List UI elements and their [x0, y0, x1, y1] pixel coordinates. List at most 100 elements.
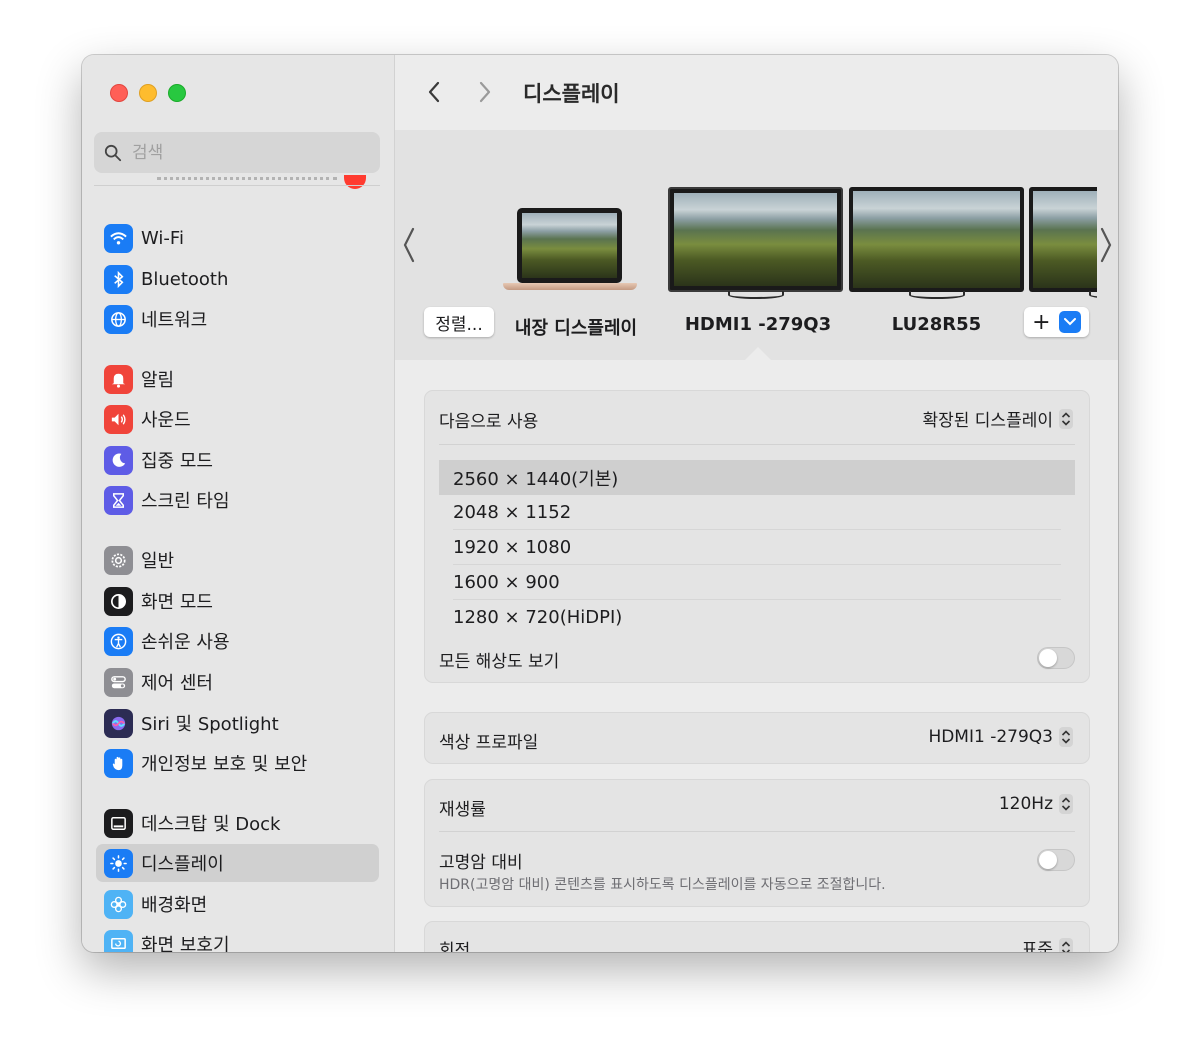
bell-icon [104, 364, 133, 394]
minimize-button[interactable] [139, 84, 157, 102]
siri-icon [104, 708, 133, 738]
refresh-rate-label: 재생률 [439, 800, 486, 820]
sidebar-item[interactable]: 화면 보호기 [96, 925, 379, 952]
sidebar-item[interactable]: Bluetooth [96, 260, 379, 298]
sidebar-item-label: 개인정보 보호 및 보안 [141, 754, 308, 775]
resolution-option[interactable]: 1280 × 720(HiDPI) [439, 600, 1075, 635]
sidebar: Wi-Fi Bluetooth 네트워크알림사운드집중 모드스크린 타임일반화면 모… [82, 55, 395, 952]
sidebar-item[interactable]: Siri 및 Spotlight [96, 704, 379, 742]
resolution-option[interactable]: 1600 × 900 [439, 565, 1075, 600]
wifi-icon [104, 223, 133, 253]
show-all-resolutions-toggle[interactable] [1037, 647, 1075, 669]
resolution-option[interactable]: 2048 × 1152 [439, 495, 1075, 530]
divider [439, 444, 1075, 445]
hdr-toggle[interactable] [1037, 849, 1075, 871]
color-profile-card: 색상 프로파일 HDMI1 -279Q3 [424, 712, 1090, 764]
sidebar-item[interactable]: 배경화면 [96, 885, 379, 923]
stepper-icon [1059, 794, 1073, 814]
sidebar-item[interactable]: 화면 모드 [96, 582, 379, 620]
hdmi-display-thumbnail[interactable] [668, 187, 843, 299]
scroll-left-icon[interactable] [401, 225, 417, 265]
hdr-label: 고명암 대비 [439, 853, 523, 873]
sidebar-item[interactable]: 제어 센터 [96, 663, 379, 701]
rotation-card: 회전 표준 [424, 921, 1090, 952]
sidebar-divider [94, 185, 380, 186]
sidebar-item-label: Siri 및 Spotlight [141, 714, 279, 735]
scroll-right-icon[interactable] [1098, 225, 1114, 265]
screensaver-icon [104, 929, 133, 952]
use-as-popup[interactable]: 확장된 디스플레이 [922, 406, 1073, 431]
accessibility-icon [104, 626, 133, 656]
sidebar-item-label: 알림 [141, 370, 175, 391]
color-profile-value: HDMI1 -279Q3 [928, 727, 1053, 747]
search-icon [104, 144, 122, 161]
search-input[interactable] [132, 142, 352, 163]
sidebar-item-label: Wi-Fi [141, 227, 184, 249]
gear-icon [104, 545, 133, 575]
notification-badge [344, 175, 366, 189]
sidebar-item-label: 집중 모드 [141, 451, 213, 472]
sidebar-item[interactable]: 스크린 타임 [96, 481, 379, 519]
stepper-icon [1059, 937, 1073, 952]
close-button[interactable] [110, 84, 128, 102]
zoom-button[interactable] [168, 84, 186, 102]
sidebar-item-label: 제어 센터 [141, 673, 213, 694]
sidebar-item-label: 데스크탑 및 Dock [141, 814, 281, 835]
arrange-button[interactable]: 정렬... [424, 307, 494, 337]
builtin-display-thumbnail[interactable] [503, 208, 637, 300]
sidebar-item[interactable]: Wi-Fi [96, 219, 379, 257]
clipped-item-text [157, 177, 337, 185]
refresh-hdr-card: 재생률 120Hz 고명암 대비 HDR(고명암 대비) 콘텐츠를 표시하도록 … [424, 779, 1090, 907]
sidebar-item-label: 스크린 타임 [141, 491, 230, 512]
sidebar-item[interactable]: 데스크탑 및 Dock [96, 804, 379, 842]
dock-icon [104, 808, 133, 838]
sidebar-item[interactable]: 디스플레이 [96, 844, 379, 882]
chevron-down-icon [1058, 311, 1081, 333]
search-field[interactable] [94, 132, 380, 173]
bluetooth-icon [104, 264, 133, 294]
sidebar-item-label: 손쉬운 사용 [141, 632, 230, 653]
forward-button[interactable] [470, 77, 500, 107]
sidebar-item-label: 일반 [141, 551, 175, 572]
plus-icon: + [1032, 309, 1051, 335]
sidebar-item[interactable]: 개인정보 보호 및 보안 [96, 744, 379, 782]
rotation-popup[interactable]: 표준 [1022, 935, 1073, 952]
display-arrangement: 정렬... 내장 디스플레이 HDMI1 -279Q3 LU28R55 + [395, 130, 1118, 360]
sidebar-item-label: 화면 모드 [141, 592, 213, 613]
back-button[interactable] [419, 77, 449, 107]
divider [439, 831, 1075, 832]
sidebar-item[interactable]: 손쉬운 사용 [96, 622, 379, 660]
sidebar-item-label: 네트워크 [141, 310, 208, 331]
sidebar-item[interactable]: 사운드 [96, 400, 379, 438]
settings-window: Wi-Fi Bluetooth 네트워크알림사운드집중 모드스크린 타임일반화면 모… [82, 55, 1118, 952]
display-label-lu: LU28R55 [891, 314, 982, 335]
sidebar-item-label: 화면 보호기 [141, 935, 230, 952]
appearance-icon [104, 586, 133, 616]
resolution-option[interactable]: 2560 × 1440(기본) [439, 460, 1075, 495]
sidebar-item[interactable]: 알림 [96, 360, 379, 398]
chevron-left-icon [428, 81, 440, 103]
globe-icon [104, 304, 133, 334]
stepper-icon [1059, 408, 1073, 429]
moon-icon [104, 445, 133, 475]
color-profile-label: 색상 프로파일 [439, 733, 539, 753]
sidebar-item[interactable]: 집중 모드 [96, 441, 379, 479]
refresh-rate-popup[interactable]: 120Hz [999, 794, 1073, 814]
rotation-value: 표준 [1021, 940, 1053, 952]
sidebar-item-label: 디스플레이 [141, 854, 224, 875]
color-profile-popup[interactable]: HDMI1 -279Q3 [928, 727, 1073, 747]
flower-icon [104, 889, 133, 919]
selection-pointer [745, 347, 771, 360]
sidebar-item[interactable]: 일반 [96, 541, 379, 579]
resolution-option[interactable]: 1920 × 1080 [439, 530, 1075, 565]
sidebar-item[interactable]: 네트워크 [96, 300, 379, 338]
speaker-icon [104, 404, 133, 434]
rotation-label: 회전 [439, 941, 471, 952]
hand-icon [104, 748, 133, 778]
add-display-button[interactable]: + [1024, 307, 1089, 337]
refresh-rate-value: 120Hz [998, 794, 1053, 814]
lu-display-thumbnail[interactable] [849, 187, 1024, 299]
additional-display-thumbnail[interactable] [1029, 187, 1097, 299]
chevron-right-icon [479, 81, 491, 103]
stepper-icon [1059, 727, 1073, 747]
